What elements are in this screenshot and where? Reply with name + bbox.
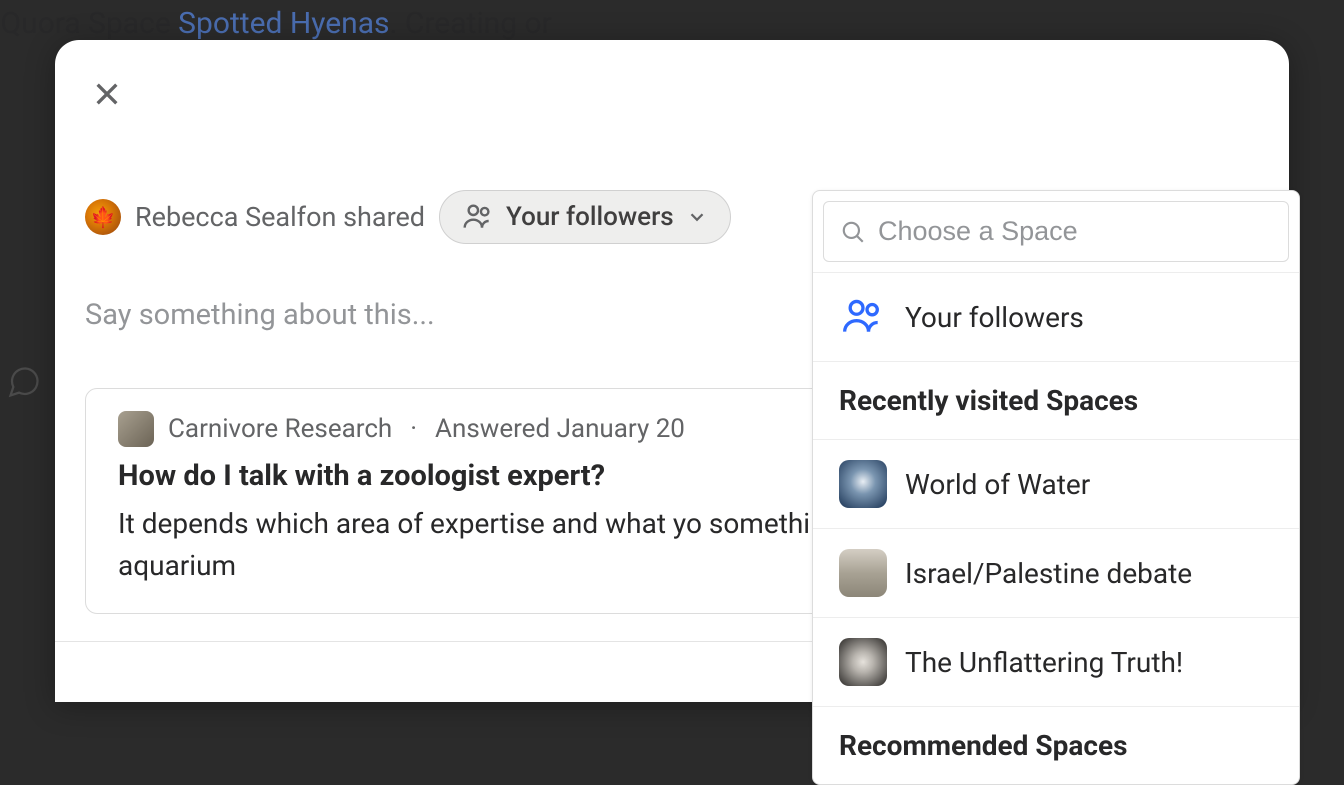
separator: ·: [410, 414, 417, 444]
space-item-unflattering-truth[interactable]: The Unflattering Truth!: [813, 617, 1299, 706]
share-header: 🍁 Rebecca Sealfon shared Your followers: [85, 190, 731, 244]
space-item-israel-palestine[interactable]: Israel/Palestine debate: [813, 528, 1299, 617]
space-dropdown: Your followers Recently visited Spaces W…: [812, 190, 1300, 785]
space-item-world-of-water[interactable]: World of Water: [813, 439, 1299, 528]
audience-label: Your followers: [506, 202, 674, 232]
close-icon: [91, 78, 123, 110]
search-icon: [840, 219, 866, 245]
recent-spaces-header: Recently visited Spaces: [813, 361, 1299, 439]
space-search-box[interactable]: [823, 201, 1289, 262]
people-icon: [462, 201, 494, 233]
share-prompt[interactable]: Say something about this...: [85, 298, 435, 332]
chevron-down-icon: [686, 206, 708, 228]
space-label: The Unflattering Truth!: [905, 646, 1183, 679]
space-label: Israel/Palestine debate: [905, 557, 1192, 590]
space-label: World of Water: [905, 468, 1090, 501]
share-modal: 🍁 Rebecca Sealfon shared Your followers …: [55, 40, 1289, 702]
space-search-input[interactable]: [878, 216, 1272, 247]
author-avatar: 🍁: [85, 199, 121, 235]
followers-label: Your followers: [905, 301, 1084, 334]
comment-icon: [6, 364, 42, 400]
quoted-space-avatar: [118, 411, 154, 447]
dropdown-your-followers[interactable]: Your followers: [813, 272, 1299, 361]
followers-icon: [841, 295, 885, 339]
share-author-text: Rebecca Sealfon shared: [135, 201, 425, 233]
space-thumb: [839, 460, 887, 508]
space-thumb: [839, 549, 887, 597]
recommended-spaces-header: Recommended Spaces: [813, 706, 1299, 784]
answered-meta: Answered January 20: [435, 414, 685, 444]
space-thumb: [839, 638, 887, 686]
audience-selector[interactable]: Your followers: [439, 190, 731, 244]
quoted-space-name: Carnivore Research: [168, 414, 392, 444]
close-button[interactable]: [85, 72, 129, 116]
